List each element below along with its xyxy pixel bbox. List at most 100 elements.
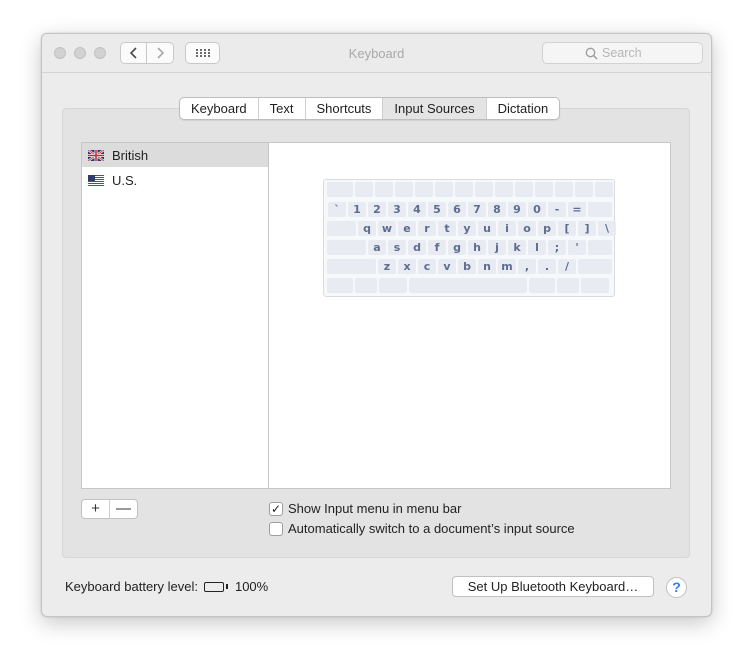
keyboard-preview-pane: ` 1 2 3 4 5 6 7 8 9 0- = q w e r t y u i o p[] \ a s d f g h j k l; ' z x c…: [269, 142, 671, 489]
battery-value: 100%: [234, 579, 269, 594]
input-source-list[interactable]: British U.S.: [81, 142, 269, 489]
keyboard-key: 7: [468, 202, 486, 217]
keyboard-key: f: [428, 240, 446, 255]
list-item-label: U.S.: [112, 172, 138, 188]
auto-switch-label: Automatically switch to a document’s inp…: [288, 521, 575, 536]
battery-icon: [203, 581, 224, 592]
keyboard-key: 5: [428, 202, 446, 217]
keyboard-key: 9: [508, 202, 526, 217]
keyboard-key: [355, 182, 373, 197]
keyboard-key: /: [558, 259, 576, 274]
keyboard-key: b: [458, 259, 476, 274]
search-field[interactable]: Search: [542, 42, 703, 64]
keyboard-key: [435, 182, 453, 197]
keyboard-key: a: [368, 240, 386, 255]
keyboard-key: n: [478, 259, 496, 274]
tab-keyboard[interactable]: Keyboard: [180, 98, 259, 119]
keyboard-key: c: [418, 259, 436, 274]
tab-shortcuts[interactable]: Shortcuts: [306, 98, 384, 119]
keyboard-key: g: [448, 240, 466, 255]
keyboard-key: [327, 240, 366, 255]
list-item-british[interactable]: British: [82, 143, 268, 167]
keyboard-key: [588, 240, 612, 255]
keyboard-key: 1: [348, 202, 366, 217]
list-item-label: British: [112, 147, 149, 163]
keyboard-key: [495, 182, 513, 197]
keyboard-key: i: [498, 221, 516, 236]
battery-status: Keyboard battery level: 100%: [65, 579, 268, 594]
help-button[interactable]: ?: [666, 577, 687, 598]
tab-bar: Keyboard Text Shortcuts Input Sources Di…: [179, 97, 561, 120]
keyboard-key: [535, 182, 553, 197]
keyboard-key: 6: [448, 202, 466, 217]
keyboard-key: [327, 259, 376, 274]
keyboard-key: x: [398, 259, 416, 274]
keyboard-key: [575, 182, 593, 197]
us-flag-icon: [88, 174, 104, 186]
keyboard-key: [595, 182, 613, 197]
tab-dictation[interactable]: Dictation: [487, 98, 560, 119]
search-icon: [585, 47, 598, 60]
search-placeholder: Search: [602, 46, 642, 60]
show-input-menu-checkbox[interactable]: ✓: [269, 501, 283, 516]
keyboard-key: [557, 278, 579, 293]
keyboard-key: u: [478, 221, 496, 236]
tab-input-sources[interactable]: Input Sources: [383, 98, 487, 119]
keyboard-key: 3: [388, 202, 406, 217]
keyboard-key: =: [568, 202, 586, 217]
keyboard-key: [375, 182, 393, 197]
keyboard-key: 2: [368, 202, 386, 217]
keyboard-key: `: [328, 202, 346, 217]
keyboard-key: \: [598, 221, 616, 236]
keyboard-key: [475, 182, 493, 197]
keyboard-key: [415, 182, 433, 197]
keyboard-key: o: [518, 221, 536, 236]
keyboard-key: k: [508, 240, 526, 255]
keyboard-key: 8: [488, 202, 506, 217]
show-input-menu-label: Show Input menu in menu bar: [288, 501, 462, 516]
add-input-source-button[interactable]: +: [82, 500, 110, 518]
keyboard-key: ,: [518, 259, 536, 274]
add-remove-buttons: + —: [81, 499, 138, 519]
keyboard-key: [327, 182, 353, 197]
keyboard-key: [327, 278, 353, 293]
keyboard-key: [588, 202, 612, 217]
show-input-menu-option[interactable]: ✓ Show Input menu in menu bar: [269, 501, 461, 516]
keyboard-key: q: [358, 221, 376, 236]
list-item-us[interactable]: U.S.: [82, 168, 268, 192]
keyboard-key: v: [438, 259, 456, 274]
uk-flag-icon: [88, 149, 104, 161]
keyboard-key: .: [538, 259, 556, 274]
tab-text[interactable]: Text: [259, 98, 306, 119]
keyboard-preview: ` 1 2 3 4 5 6 7 8 9 0- = q w e r t y u i o p[] \ a s d f g h j k l; ' z x c…: [323, 179, 616, 297]
keyboard-key: s: [388, 240, 406, 255]
title-bar: Keyboard Search: [42, 34, 711, 73]
keyboard-key: [355, 278, 377, 293]
keyboard-key: ;: [548, 240, 566, 255]
keyboard-key: r: [418, 221, 436, 236]
remove-input-source-button[interactable]: —: [110, 500, 137, 518]
auto-switch-option[interactable]: Automatically switch to a document’s inp…: [269, 521, 575, 536]
keyboard-key: [555, 182, 573, 197]
keyboard-key: e: [398, 221, 416, 236]
keyboard-key: l: [528, 240, 546, 255]
keyboard-key: w: [378, 221, 396, 236]
keyboard-key: 0: [528, 202, 546, 217]
keyboard-key: z: [378, 259, 396, 274]
keyboard-key: [578, 259, 612, 274]
battery-label: Keyboard battery level:: [65, 579, 198, 594]
keyboard-key: 4: [408, 202, 426, 217]
auto-switch-checkbox[interactable]: [269, 521, 283, 536]
keyboard-key: y: [458, 221, 476, 236]
keyboard-key: [: [558, 221, 576, 236]
keyboard-key: t: [438, 221, 456, 236]
keyboard-key: j: [488, 240, 506, 255]
keyboard-key: p: [538, 221, 556, 236]
keyboard-key: [581, 278, 609, 293]
keyboard-key: h: [468, 240, 486, 255]
keyboard-key: [379, 278, 407, 293]
setup-bluetooth-keyboard-button[interactable]: Set Up Bluetooth Keyboard…: [452, 576, 654, 597]
preferences-window: Keyboard Search Keyboard Text Shortcuts …: [41, 33, 712, 617]
keyboard-key: -: [548, 202, 566, 217]
keyboard-key: ': [568, 240, 586, 255]
